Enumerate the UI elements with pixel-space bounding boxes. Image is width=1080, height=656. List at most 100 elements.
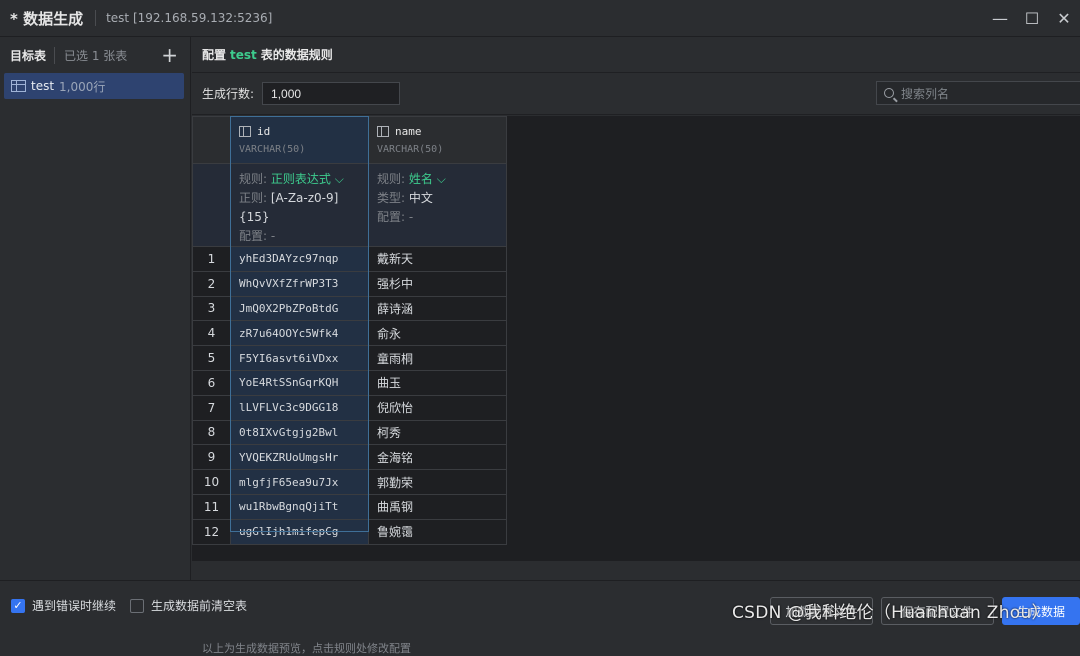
rule-cell-name[interactable]: 规则: 姓名 ⌵ 类型: 中文 配置: - [368, 163, 507, 247]
row-count-input[interactable] [262, 82, 401, 105]
rule-selector[interactable]: 姓名 [409, 172, 433, 186]
continue-on-error-checkbox[interactable]: ✓ 遇到错误时继续 [11, 597, 116, 614]
cell-id[interactable]: lLVFLVc3c9DGG18 [230, 394, 369, 421]
cell-name[interactable]: 曲玉 [368, 369, 507, 396]
checkbox-label: 遇到错误时继续 [32, 599, 117, 613]
row-number: 5 [192, 345, 231, 371]
table-row: 2 WhQvVXfZfrWP3T3 强杉中 [192, 270, 507, 297]
preview-table: id VARCHAR(50) name VARCHAR(50) 规则: 正则表达… [192, 116, 507, 545]
window-title: * 数据生成 [10, 9, 84, 28]
minimize-icon[interactable]: — [984, 0, 1016, 37]
sidebar-item-test[interactable]: test 1,000行 [4, 73, 184, 99]
cell-id[interactable]: YVQEKZRUoUmgsHr [230, 444, 369, 471]
table-icon [11, 80, 26, 92]
table-row: 11 wu1RbwBgnqQjiTt 曲禹钢 [192, 493, 507, 520]
cell-name[interactable]: 戴新天 [368, 246, 507, 272]
window-controls: — ☐ ✕ [984, 0, 1080, 37]
cell-id[interactable]: JmQ0X2PbZPoBtdG [230, 295, 369, 322]
row-number-header [192, 116, 231, 164]
search-placeholder: 搜索列名 [901, 86, 950, 101]
column-header-id[interactable]: id VARCHAR(50) [230, 116, 369, 164]
cell-name[interactable]: 俞永 [368, 320, 507, 347]
row-number: 12 [192, 518, 231, 545]
column-type: VARCHAR(50) [377, 144, 444, 155]
cell-name[interactable]: 童雨桐 [368, 345, 507, 371]
heading-suffix: 表的数据规则 [260, 48, 333, 62]
cell-id[interactable]: ugGlIjh1mifepCg [230, 518, 369, 545]
cell-name[interactable]: 强杉中 [368, 270, 507, 297]
column-name: name [395, 125, 422, 138]
cell-name[interactable]: 金海铭 [368, 444, 507, 471]
cell-id[interactable]: WhQvVXfZfrWP3T3 [230, 270, 369, 297]
cell-id[interactable]: yhEd3DAYzc97nqp [230, 246, 369, 272]
table-row: 4 zR7u64OOYc5Wfk4 俞永 [192, 320, 507, 347]
cell-name[interactable]: 曲禹钢 [368, 493, 507, 520]
cell-name[interactable]: 郭勤荣 [368, 469, 507, 495]
cell-id[interactable]: mlgfjF65ea9u7Jx [230, 469, 369, 495]
table-name: test [31, 79, 55, 93]
preview-grid: id VARCHAR(50) name VARCHAR(50) 规则: 正则表达… [192, 116, 1080, 655]
detail-value: 中文 [408, 191, 433, 205]
column-icon [239, 126, 251, 137]
cell-name[interactable]: 柯秀 [368, 419, 507, 446]
watermark: CSDN @我科绝伦（Huanhuan Zhou） [732, 603, 1049, 623]
table-row-count: 1,000行 [59, 79, 106, 94]
cell-name[interactable]: 鲁婉霭 [368, 518, 507, 545]
row-count-label: 生成行数: [202, 87, 255, 101]
row-number: 4 [192, 320, 231, 347]
row-number: 2 [192, 270, 231, 297]
preview-footnote: 以上为生成数据预览，点击规则处修改配置 [202, 642, 411, 655]
sidebar-title: 目标表 [10, 48, 47, 63]
config-heading: 配置 test 表的数据规则 [192, 37, 1080, 73]
cell-id[interactable]: F5YI6asvt6iVDxx [230, 345, 369, 371]
column-header-row: id VARCHAR(50) name VARCHAR(50) [192, 116, 507, 164]
table-row: 6 YoE4RtSSnGqrKQH 曲玉 [192, 369, 507, 396]
table-row: 9 YVQEKZRUoUmgsHr 金海铭 [192, 444, 507, 471]
cell-id[interactable]: 0t8IXvGtgjg2Bwl [230, 419, 369, 446]
rule-key: 规则: [239, 172, 268, 186]
clear-table-checkbox[interactable]: 生成数据前清空表 [130, 597, 247, 614]
preview-rows: 1 yhEd3DAYzc97nqp 戴新天 2 WhQvVXfZfrWP3T3 强杉中 3 J… [192, 246, 507, 545]
row-number: 6 [192, 369, 231, 396]
row-number: 3 [192, 295, 231, 322]
table-row: 3 JmQ0X2PbZPoBtdG 薛诗涵 [192, 295, 507, 322]
row-number: 10 [192, 469, 231, 495]
rule-cell-id[interactable]: 规则: 正则表达式 ⌵ 正则: [A-Za-z0-9]{15} 配置: - [230, 163, 369, 247]
row-number: 7 [192, 394, 231, 421]
cell-name[interactable]: 倪欣怡 [368, 394, 507, 421]
detail-key: 类型: [377, 191, 406, 205]
rule-row-number [192, 163, 231, 247]
row-number: 8 [192, 419, 231, 446]
checkbox-unchecked-icon[interactable] [130, 598, 145, 613]
table-row: 1 yhEd3DAYzc97nqp 戴新天 [192, 246, 507, 272]
column-name: id [257, 125, 271, 138]
table-row: 5 F5YI6asvt6iVDxx 童雨桐 [192, 345, 507, 371]
rule-selector[interactable]: 正则表达式 [271, 172, 331, 186]
row-number: 1 [192, 246, 231, 272]
main-panel: 配置 test 表的数据规则 生成行数: 搜索列名 id VARCHAR(50)… [192, 37, 1080, 655]
table-row: 12 ugGlIjh1mifepCg 鲁婉霭 [192, 518, 507, 545]
config-key: 配置: [239, 229, 268, 243]
column-search-input[interactable]: 搜索列名 [876, 81, 1080, 105]
table-row: 7 lLVFLVc3c9DGG18 倪欣怡 [192, 394, 507, 421]
chevron-down-icon[interactable]: ⌵ [335, 172, 344, 186]
column-header-name[interactable]: name VARCHAR(50) [368, 116, 507, 164]
connection-label: test [192.168.59.132:5236] [106, 11, 273, 25]
close-icon[interactable]: ✕ [1048, 0, 1080, 37]
title-bar: * 数据生成 test [192.168.59.132:5236] — ☐ ✕ [0, 0, 1080, 37]
search-icon [884, 88, 894, 98]
plus-icon[interactable]: + [161, 43, 178, 67]
rule-key: 规则: [377, 172, 406, 186]
chevron-down-icon[interactable]: ⌵ [437, 172, 446, 186]
cell-id[interactable]: YoE4RtSSnGqrKQH [230, 369, 369, 396]
heading-table-name: test [230, 47, 257, 62]
rule-row: 规则: 正则表达式 ⌵ 正则: [A-Za-z0-9]{15} 配置: - 规则… [192, 163, 507, 247]
cell-id[interactable]: wu1RbwBgnqQjiTt [230, 493, 369, 520]
detail-key: 正则: [239, 191, 268, 205]
maximize-icon[interactable]: ☐ [1016, 0, 1048, 37]
cell-name[interactable]: 薛诗涵 [368, 295, 507, 322]
table-row: 10 mlgfjF65ea9u7Jx 郭勤荣 [192, 469, 507, 495]
checkbox-label: 生成数据前清空表 [151, 599, 248, 613]
checkbox-checked-icon[interactable]: ✓ [11, 598, 25, 613]
cell-id[interactable]: zR7u64OOYc5Wfk4 [230, 320, 369, 347]
